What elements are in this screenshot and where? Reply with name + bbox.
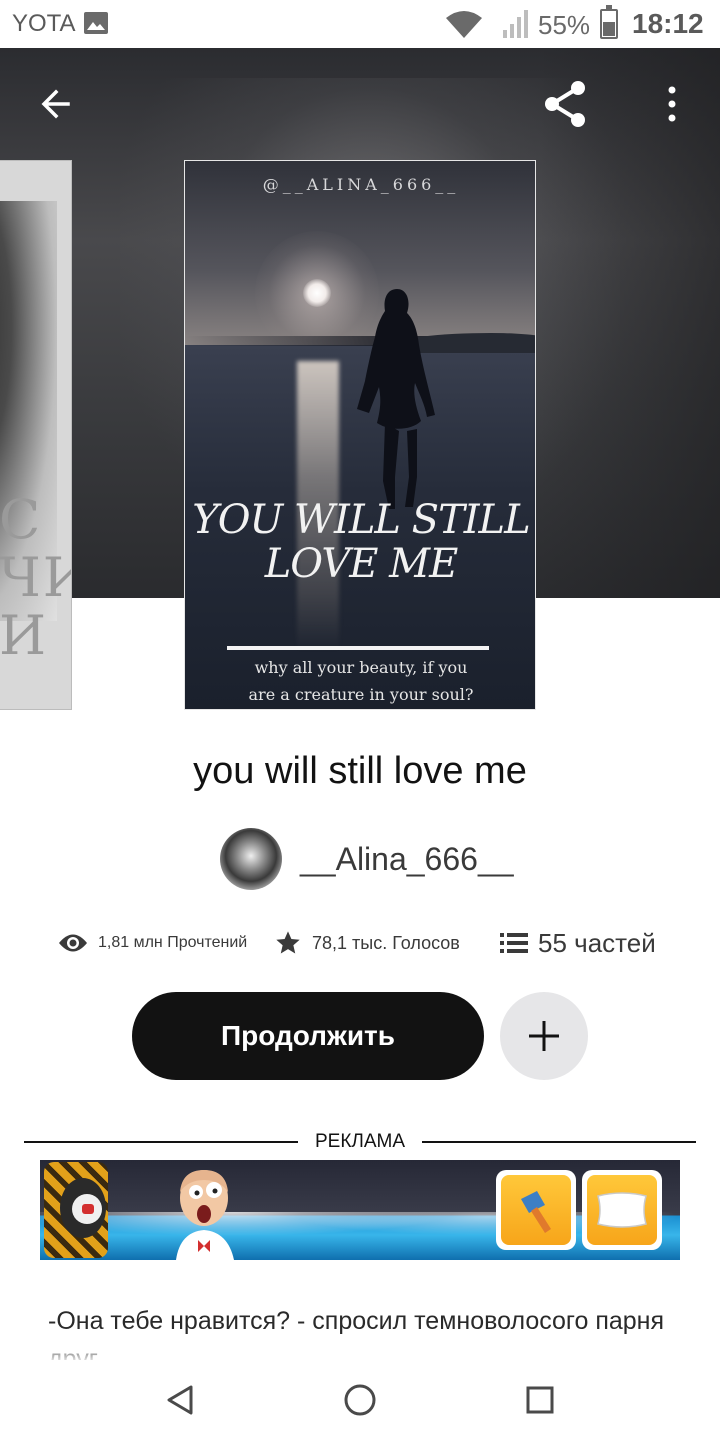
clock: 18:12: [632, 8, 704, 39]
plus-icon: [529, 1021, 559, 1051]
ad-banner[interactable]: [40, 1160, 680, 1260]
stat-reads: 1,81 млн Прочтений: [58, 922, 247, 964]
ad-label-row: РЕКЛАМА: [24, 1130, 696, 1156]
pillow-icon: [582, 1170, 662, 1250]
book-cover[interactable]: @__ALINA_666__ YOU WILL STILL LOVE ME wh…: [184, 160, 536, 710]
cover-tagline-1: why all your beauty, if you: [254, 658, 468, 677]
sun-graphic: [303, 279, 331, 307]
author-name[interactable]: __Alina_666__: [300, 841, 514, 878]
ad-character: [176, 1170, 234, 1260]
book-title: you will still love me: [193, 750, 527, 792]
system-nav-bar: [0, 1360, 720, 1440]
status-bar: YOTA 55% 18:12: [0, 0, 720, 48]
book-stats: 1,81 млн Прочтений 78,1 тыс. Голосов 55 …: [56, 922, 676, 964]
reads-count: 1,81 млн Прочтений: [98, 934, 248, 951]
stat-parts[interactable]: 55 частей: [500, 922, 656, 964]
author-link[interactable]: __Alina_666__: [220, 828, 514, 890]
cover-title-line-2: LOVE ME: [264, 541, 459, 587]
carrier-label: YOTA: [12, 10, 76, 37]
parts-count[interactable]: 55 частей: [538, 928, 656, 959]
nav-recent-icon[interactable]: [518, 1378, 562, 1422]
cover-tagline-2: are a creature in your soul?: [248, 685, 474, 704]
share-icon[interactable]: [540, 78, 592, 130]
more-vertical-icon[interactable]: [646, 78, 698, 130]
list-icon: [500, 931, 528, 955]
cover-author-handle: @__ALINA_666__: [262, 175, 460, 194]
avatar[interactable]: [220, 828, 282, 890]
wifi-icon: [444, 10, 484, 43]
woman-silhouette: [357, 289, 435, 509]
back-icon[interactable]: [30, 78, 82, 130]
eye-icon: [58, 932, 88, 954]
cover-divider: [227, 646, 489, 650]
ad-label: РЕКЛАМА: [314, 1131, 406, 1152]
gallery-icon: [84, 12, 108, 34]
nav-back-icon[interactable]: [158, 1378, 202, 1422]
battery-icon: [600, 5, 618, 39]
previous-book-cover[interactable]: С ЧИ И: [0, 160, 72, 710]
hammer-icon: [496, 1170, 576, 1250]
continue-reading-button[interactable]: Продолжить: [132, 992, 484, 1080]
votes-count: 78,1 тыс. Голосов: [312, 932, 460, 953]
signal-icon: [502, 10, 528, 43]
stat-votes: 78,1 тыс. Голосов: [274, 922, 460, 964]
cover-title-line-1: YOU WILL STILL: [192, 497, 530, 543]
add-to-library-button[interactable]: [500, 992, 588, 1080]
nav-home-icon[interactable]: [338, 1378, 382, 1422]
side-cover-text: С ЧИ И: [0, 488, 71, 667]
star-icon: [274, 929, 302, 957]
battery-percent: 55%: [538, 10, 591, 40]
